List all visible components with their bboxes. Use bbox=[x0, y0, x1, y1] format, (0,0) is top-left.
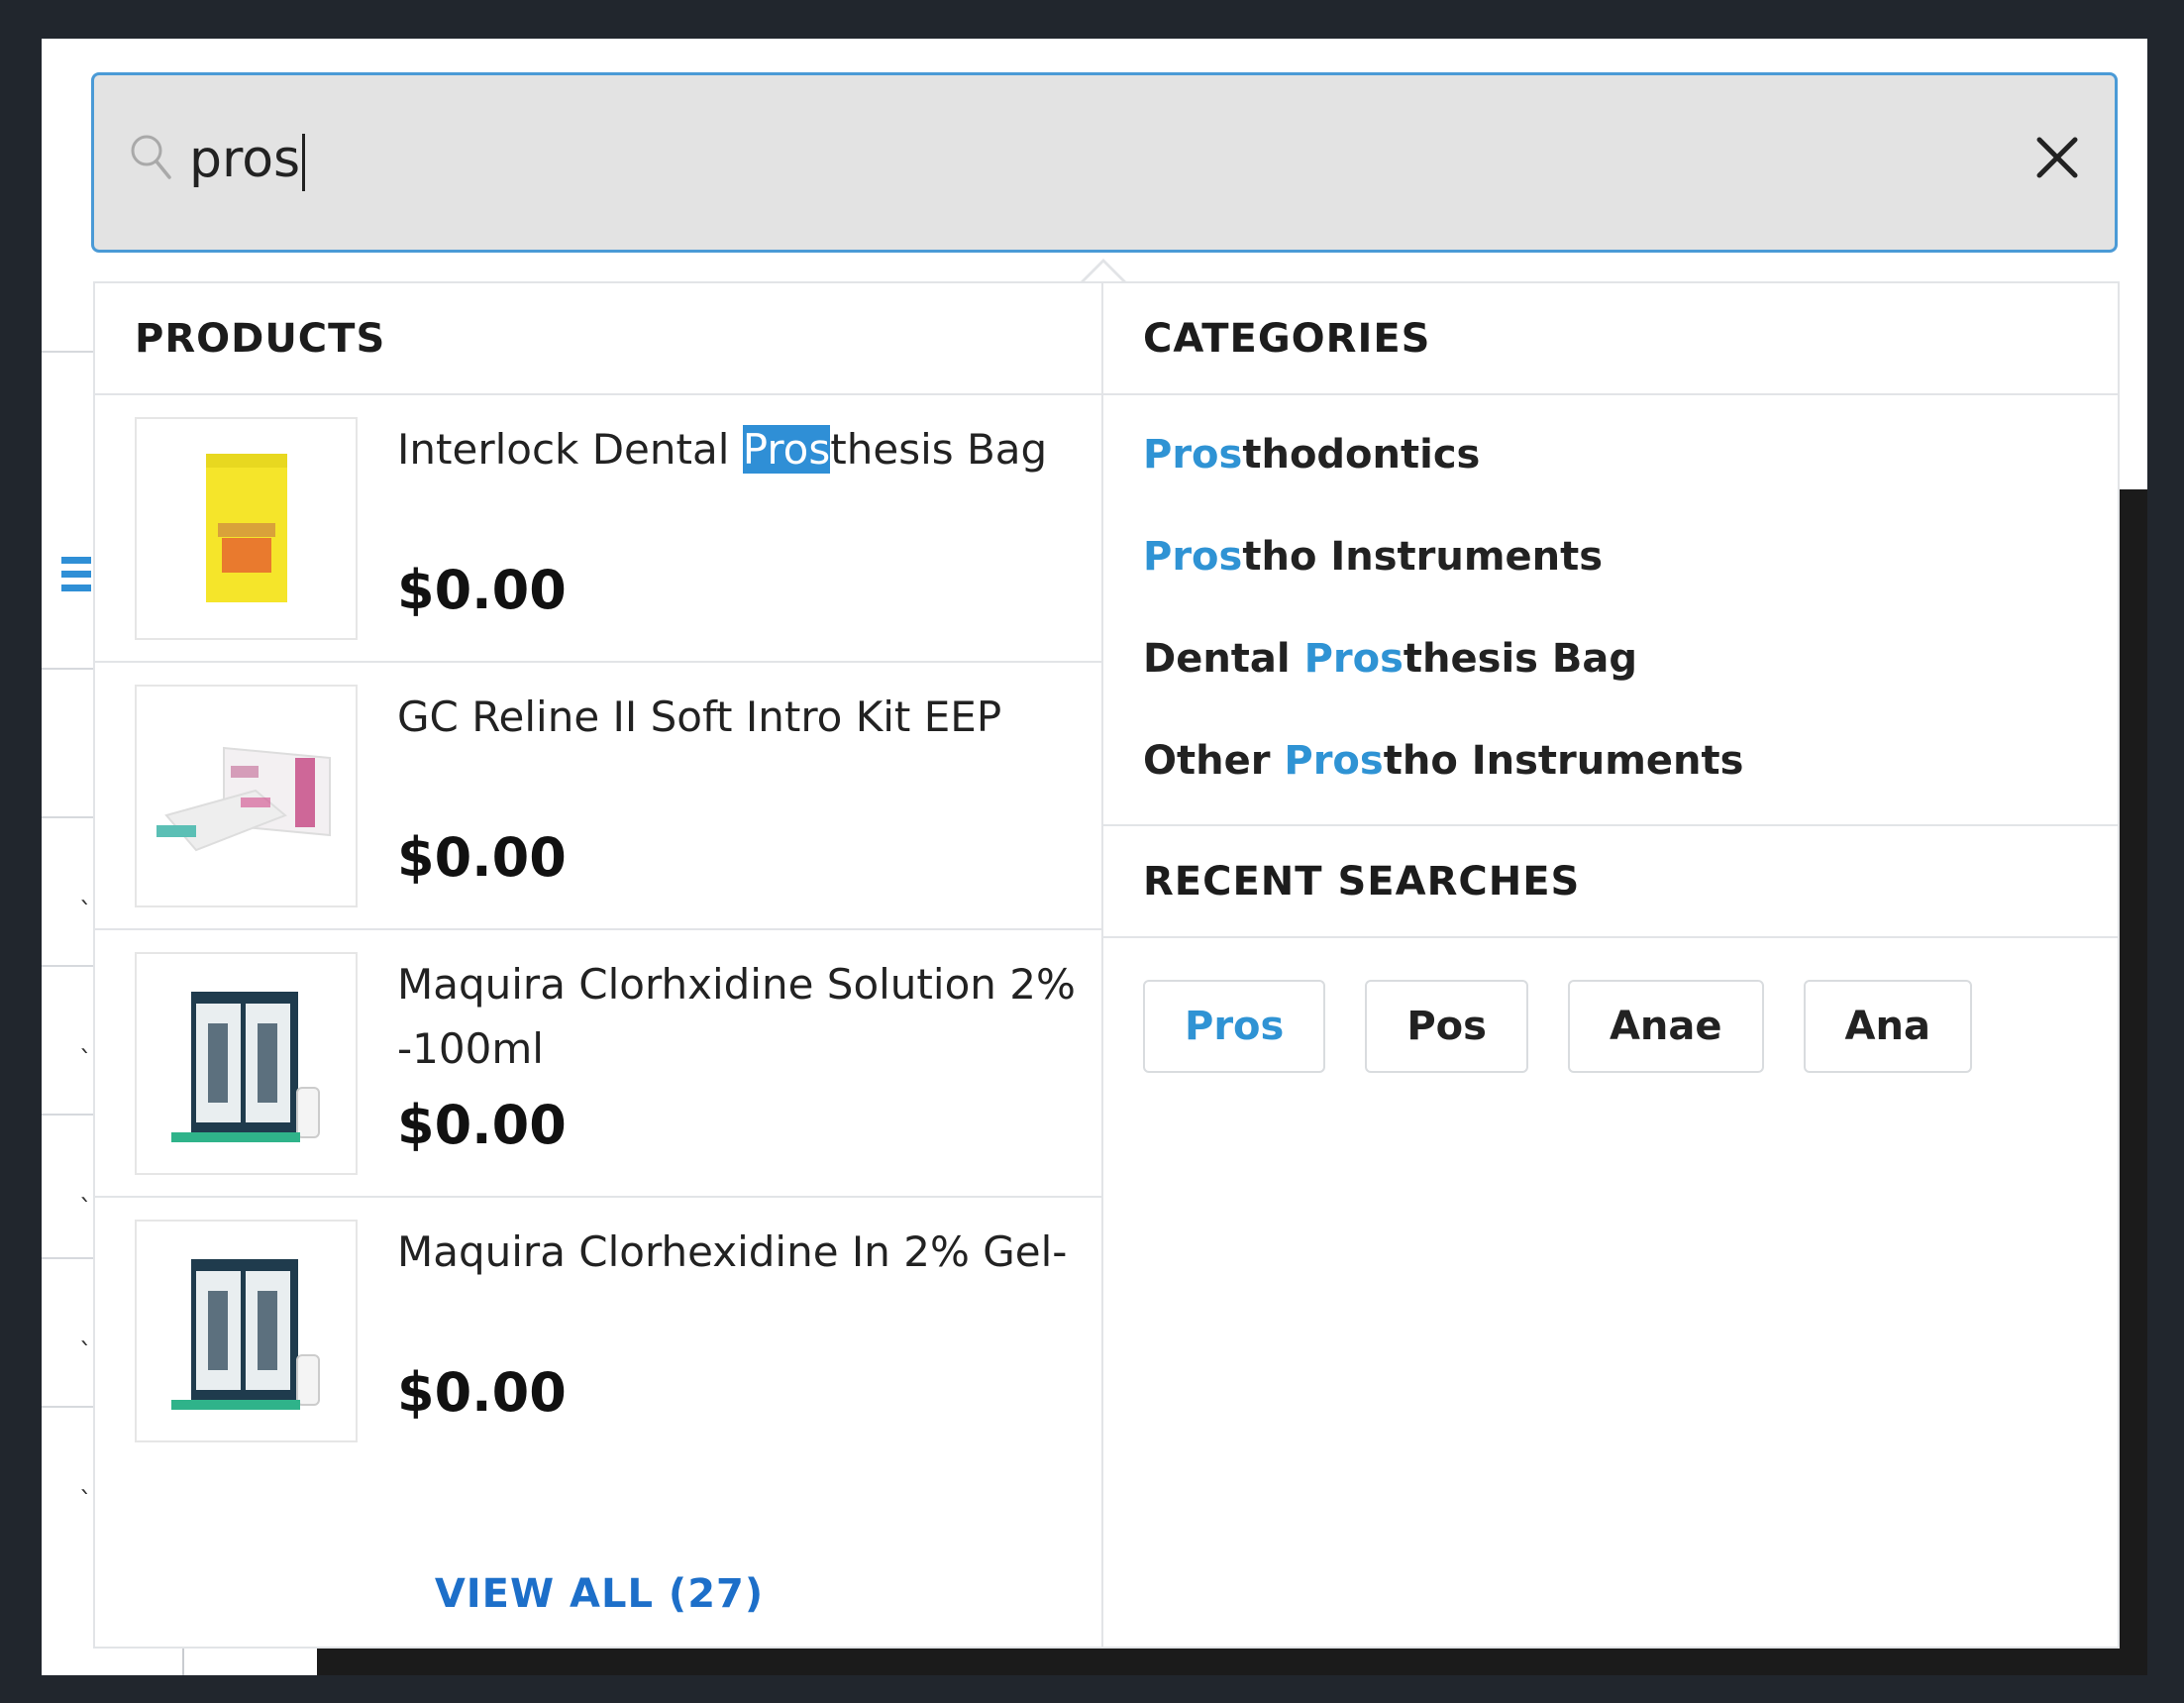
category-link[interactable]: Dental Prosthesis Bag bbox=[1143, 634, 2118, 684]
view-all-link[interactable]: VIEW ALL (27) bbox=[95, 1571, 1103, 1617]
recent-search-chip[interactable]: Pros bbox=[1143, 980, 1326, 1073]
product-name: Maquira Clorhexidine In 2% Gel- bbox=[397, 1220, 1091, 1284]
category-link[interactable]: Prostho Instruments bbox=[1143, 532, 2118, 582]
product-price: $0.00 bbox=[397, 826, 567, 889]
product-image bbox=[135, 685, 358, 907]
product-name-text: Interlock Dental bbox=[397, 425, 743, 474]
product-image bbox=[135, 1220, 358, 1442]
chevron-icon: ˎ bbox=[79, 1173, 92, 1203]
category-text: tho Instruments bbox=[1242, 534, 1604, 580]
chevron-icon: ˎ bbox=[79, 876, 92, 905]
search-input[interactable]: pros bbox=[189, 125, 306, 194]
category-text: Other bbox=[1143, 738, 1285, 784]
products-column: PRODUCTS Interlock Dental Prosthesis Bag… bbox=[95, 283, 1103, 1647]
product-price: $0.00 bbox=[397, 1361, 567, 1424]
category-text: thodontics bbox=[1242, 432, 1481, 478]
product-item[interactable]: Maquira Clorhexidine In 2% Gel- $0.00 bbox=[95, 1198, 1101, 1465]
products-heading: PRODUCTS bbox=[95, 283, 1101, 395]
search-bar[interactable]: pros bbox=[91, 72, 2118, 253]
match-highlight: Pros bbox=[1284, 738, 1384, 784]
recent-searches-list: Pros Pos Anae Ana bbox=[1103, 938, 2118, 1073]
match-highlight: Pros bbox=[1143, 432, 1243, 478]
search-suggestions-dropdown: PRODUCTS Interlock Dental Prosthesis Bag… bbox=[93, 281, 2120, 1649]
product-price: $0.00 bbox=[397, 559, 567, 621]
product-name: GC Reline II Soft Intro Kit EEP bbox=[397, 685, 1091, 749]
category-text: Dental bbox=[1143, 636, 1304, 682]
product-item[interactable]: Interlock Dental Prosthesis Bag $0.00 bbox=[95, 395, 1101, 663]
recent-searches-heading: RECENT SEARCHES bbox=[1103, 826, 2118, 938]
product-price: $0.00 bbox=[397, 1094, 567, 1156]
page-panel: ˎ ˎ ˎ ˎ ˎ pros PRODUCTS Interlock Dental… bbox=[42, 39, 2147, 1675]
search-input-value: pros bbox=[189, 130, 301, 189]
match-highlight: Pros bbox=[1303, 636, 1404, 682]
chevron-icon: ˎ bbox=[79, 1024, 92, 1054]
product-image bbox=[135, 417, 358, 640]
search-icon bbox=[131, 135, 171, 179]
categories-column: CATEGORIES Prosthodontics Prostho Instru… bbox=[1103, 283, 2118, 1647]
product-name: Interlock Dental Prosthesis Bag bbox=[397, 417, 1091, 481]
category-link[interactable]: Other Prostho Instruments bbox=[1143, 736, 2118, 786]
product-item[interactable]: GC Reline II Soft Intro Kit EEP $0.00 bbox=[95, 663, 1101, 930]
close-icon[interactable] bbox=[2029, 130, 2085, 185]
menu-icon bbox=[61, 557, 91, 598]
product-item[interactable]: Maquira Clorhxidine Solution 2% -100ml $… bbox=[95, 930, 1101, 1198]
chevron-icon: ˎ bbox=[79, 1465, 92, 1495]
product-name-text: Maquira Clorhxidine Solution 2% -100ml bbox=[397, 960, 1076, 1073]
product-name-text: Maquira Clorhexidine In 2% Gel- bbox=[397, 1227, 1068, 1276]
chevron-icon: ˎ bbox=[79, 1317, 92, 1346]
match-highlight: Pros bbox=[742, 425, 831, 474]
categories-heading: CATEGORIES bbox=[1103, 283, 2118, 395]
text-caret bbox=[302, 134, 306, 191]
recent-search-chip[interactable]: Anae bbox=[1567, 980, 1764, 1073]
match-highlight: Pros bbox=[1143, 534, 1243, 580]
category-text: thesis Bag bbox=[1403, 636, 1637, 682]
product-name-text: GC Reline II Soft Intro Kit EEP bbox=[397, 692, 1002, 741]
recent-search-chip[interactable]: Ana bbox=[1803, 980, 1972, 1073]
product-name-text: thesis Bag bbox=[830, 425, 1048, 474]
product-image bbox=[135, 952, 358, 1175]
category-link[interactable]: Prosthodontics bbox=[1143, 430, 2118, 479]
category-list: Prosthodontics Prostho Instruments Denta… bbox=[1103, 395, 2118, 826]
recent-search-chip[interactable]: Pos bbox=[1365, 980, 1528, 1073]
category-text: tho Instruments bbox=[1383, 738, 1744, 784]
product-name: Maquira Clorhxidine Solution 2% -100ml bbox=[397, 952, 1091, 1081]
